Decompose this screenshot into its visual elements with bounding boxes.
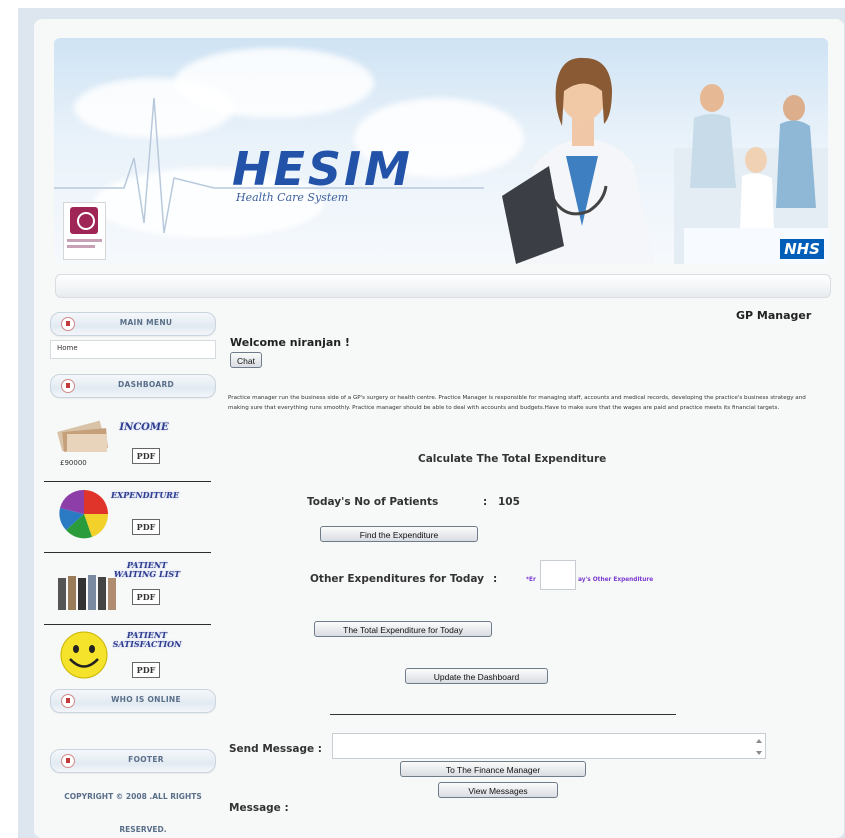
update-dashboard-button[interactable]: Update the Dashboard [405,668,548,684]
send-message-label: Send Message : [229,743,322,755]
divider [330,714,676,715]
total-expenditure-button[interactable]: The Total Expenditure for Today [314,621,492,637]
copyright-line2: RESERVED. [119,825,167,834]
app-logo-subtitle: Health Care System [236,191,349,204]
copyright-line1: COPYRIGHT © 2008 .ALL RIGHTS [64,792,202,801]
find-expenditure-button[interactable]: Find the Expenditure [320,526,478,542]
expand-icon [61,379,75,393]
main-menu-header[interactable]: MAIN MENU [50,312,216,336]
footer-header[interactable]: FOOTER [50,749,216,773]
header-banner: HESIM Health Care System NHS [54,38,828,264]
expenditure-title: EXPENDITURE [110,490,180,500]
sidebar-item-label: Home [57,344,78,352]
expand-icon [61,317,75,331]
message-input[interactable] [332,733,766,759]
who-is-online-header[interactable]: WHO IS ONLINE [50,689,216,713]
patients-photo [674,84,828,264]
expenditure-pdf-button[interactable]: PDF [132,519,160,535]
scroll-up-icon [756,739,762,743]
chat-button[interactable]: Chat [230,352,262,368]
satisfaction-pdf-button[interactable]: PDF [132,662,160,678]
other-expenditure-input[interactable] [540,560,576,590]
message-scrollbar[interactable] [752,734,766,760]
message-label: Message : [229,802,289,814]
role-label: GP Manager [736,309,812,322]
expand-icon [61,694,75,708]
expand-icon [61,754,75,768]
patients-label: Today's No of Patients [307,496,439,508]
practice-manager-description: Practice manager run the business side o… [228,395,806,411]
waiting-list-pdf-button[interactable]: PDF [132,589,160,605]
divider [44,624,211,625]
university-crest-logo [63,202,106,260]
patients-count: 105 [498,496,520,508]
view-messages-button[interactable]: View Messages [438,782,558,798]
income-title: INCOME [119,422,169,433]
calc-heading: Calculate The Total Expenditure [418,453,607,465]
divider [44,481,211,482]
dashboard-header[interactable]: DASHBOARD [50,374,216,398]
patients-separator: : [483,496,488,508]
income-pdf-button[interactable]: PDF [132,448,160,464]
nhs-badge: NHS [780,239,824,259]
other-expenditure-hint-left: *Er [526,577,536,583]
nav-bar [55,274,831,298]
scroll-down-icon [756,751,762,755]
patient-satisfaction-title: PATIENT SATISFACTION [112,630,182,649]
patient-waiting-title: PATIENT WAITING LIST [113,560,181,579]
sidebar-item-home[interactable]: Home [50,340,216,359]
other-expenditures-separator: : [493,573,498,585]
doctor-photo [502,57,654,264]
other-expenditures-label: Other Expenditures for Today [310,573,484,585]
divider [44,552,211,553]
income-amount: £90000 [60,459,87,467]
app-logo-title: HESIM [232,142,413,196]
welcome-message: Welcome niranjan ! [230,336,350,349]
other-expenditure-hint-right: ay's Other Expenditure [578,577,654,583]
to-finance-manager-button[interactable]: To The Finance Manager [400,761,586,777]
